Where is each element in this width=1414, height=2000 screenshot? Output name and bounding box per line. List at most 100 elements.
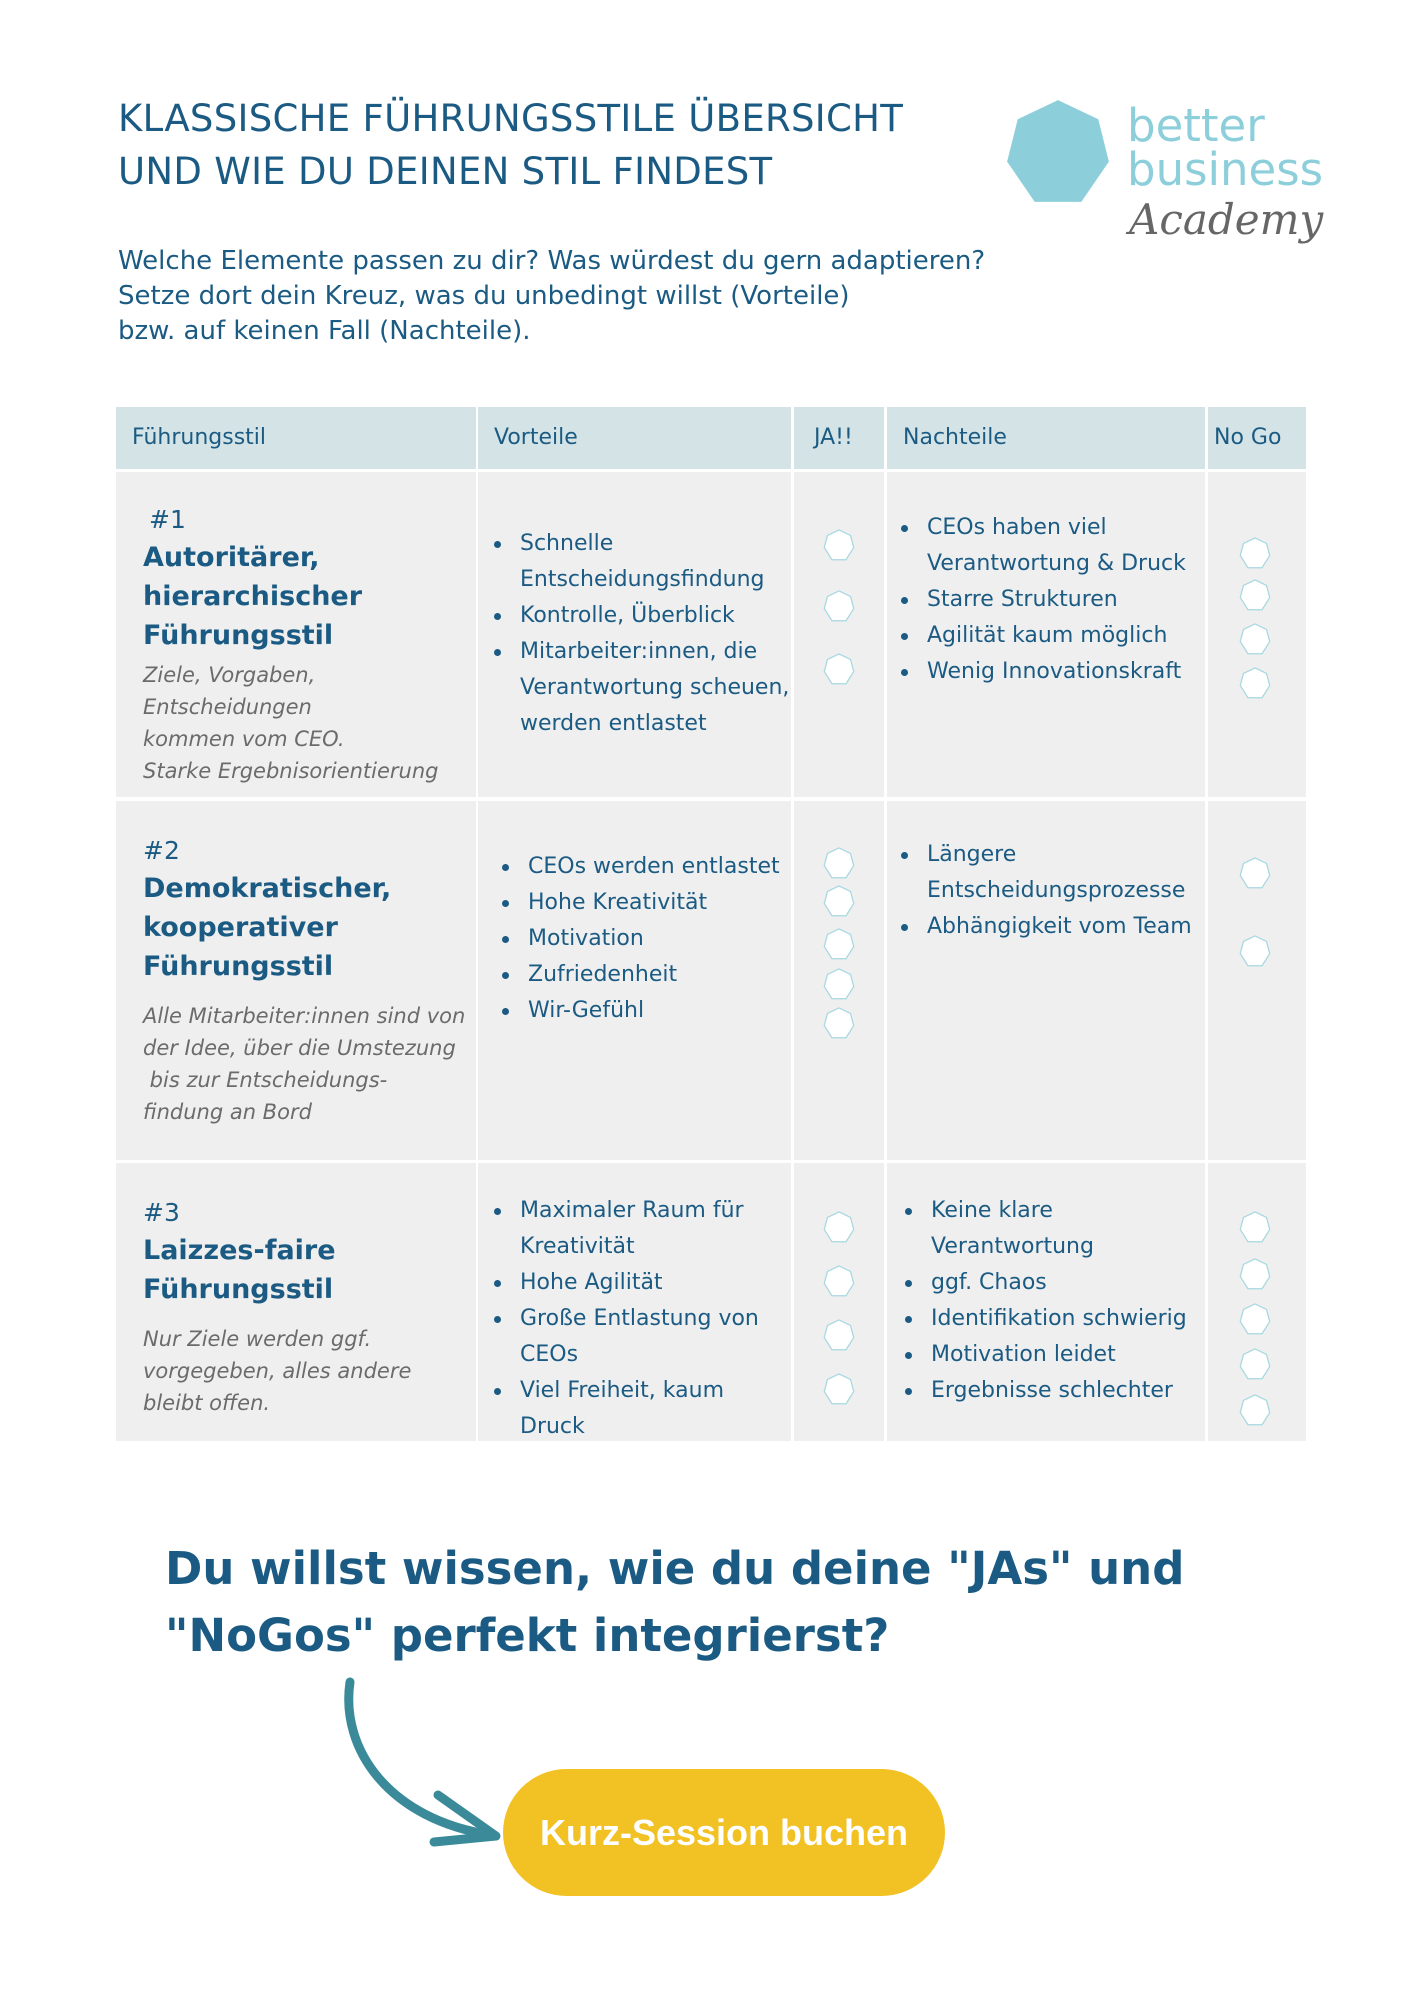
- cons-list: Keine klare Verantwortung ggf. Chaos Ident…: [903, 1193, 1203, 1409]
- ja-checkbox[interactable]: [823, 1373, 855, 1405]
- header-label: Vorteile: [494, 425, 578, 450]
- description-line: der Idee, über die Umstezung: [143, 1036, 456, 1060]
- nogo-checkbox[interactable]: [1239, 1211, 1271, 1243]
- cell-pros: Schnelle Entscheidungsfindung Kontrolle, …: [478, 472, 791, 797]
- logo-text-business: business: [1127, 143, 1324, 196]
- description-line: findung an Bord: [143, 1100, 312, 1124]
- style-title-line: Führungsstil: [143, 1274, 334, 1305]
- header-pros: Vorteile: [478, 407, 791, 469]
- cell-cons: CEOs haben viel Verantwortung & Druck Sta…: [887, 472, 1205, 797]
- nogo-checkbox[interactable]: [1239, 667, 1271, 699]
- ja-checkbox[interactable]: [823, 590, 855, 622]
- style-info: #2 Demokratischer, kooperativer Führungssti…: [143, 833, 465, 1128]
- ja-checkbox[interactable]: [823, 1319, 855, 1351]
- nogo-checkbox[interactable]: [1239, 1258, 1271, 1290]
- cta-headline-line-2: "NoGos" perfekt integrierst?: [165, 1609, 890, 1662]
- header-label: JA!!: [814, 425, 853, 450]
- description-line: bis zur Entscheidungs-: [143, 1068, 388, 1092]
- description-line: Entscheidungen: [143, 695, 312, 719]
- header-yes: JA!!: [794, 407, 884, 469]
- cell-style: #1 Autoritärer, hierarchischer Führungsstil…: [116, 472, 476, 797]
- pros-item: Kontrolle, Überblick: [492, 598, 791, 634]
- intro-line: Setze dort dein Kreuz, was du unbedingt …: [118, 281, 850, 311]
- ja-checkbox[interactable]: [823, 529, 855, 561]
- style-title-line: Autoritärer,: [143, 542, 320, 573]
- nogo-checkbox[interactable]: [1239, 1394, 1271, 1426]
- cell-style: #2 Demokratischer, kooperativer Führungssti…: [116, 801, 476, 1160]
- cell-nogo: [1208, 1163, 1306, 1441]
- nogo-checkbox[interactable]: [1239, 935, 1271, 967]
- cell-yes: [794, 801, 884, 1160]
- ja-checkbox[interactable]: [823, 1211, 855, 1243]
- cons-list: Längere Entscheidungsprozesse Abhängigkei…: [899, 837, 1199, 945]
- curved-arrow-icon: [344, 1677, 501, 1847]
- ja-checkbox[interactable]: [823, 847, 855, 879]
- style-info: #3 Laizzes-faire Führungsstil Nur Ziele wer…: [143, 1195, 411, 1419]
- cell-yes: [794, 472, 884, 797]
- nogo-checkbox[interactable]: [1239, 857, 1271, 889]
- pros-list: CEOs werden entlastet Hohe Kreativität Mot…: [500, 849, 790, 1029]
- header-label: No Go: [1214, 425, 1282, 450]
- pros-item: Schnelle Entscheidungsfindung: [492, 526, 791, 598]
- style-description: Nur Ziele werden ggf. vorgegeben, alles a…: [143, 1323, 411, 1419]
- ja-checkbox[interactable]: [823, 1265, 855, 1297]
- style-title-line: Laizzes-faire: [143, 1235, 336, 1266]
- cta-headline-line-1: Du willst wissen, wie du deine "JAs" und: [165, 1542, 1185, 1595]
- ja-checkbox[interactable]: [823, 968, 855, 1000]
- style-title-line: Führungsstil: [143, 951, 334, 982]
- description-line: Ziele, Vorgaben,: [143, 663, 316, 687]
- header-style: Führungsstil: [116, 407, 476, 469]
- pros-item: Maximaler Raum für Kreativität: [492, 1193, 782, 1265]
- page-title: KLASSISCHE FÜHRUNGSSTILE ÜBERSICHT UND W…: [118, 92, 903, 198]
- style-number: #1: [149, 505, 186, 534]
- pros-item: Motivation: [500, 921, 790, 957]
- header-nogo: No Go: [1208, 407, 1306, 469]
- logo: better business Academy: [1005, 98, 1323, 248]
- nogo-checkbox[interactable]: [1239, 623, 1271, 655]
- cell-nogo: [1208, 472, 1306, 797]
- cons-item: Ergebnisse schlechter: [903, 1373, 1203, 1409]
- intro-text: Welche Elemente passen zu dir? Was würde…: [118, 244, 985, 349]
- cons-item: ggf. Chaos: [903, 1265, 1203, 1301]
- cons-item: Wenig Innovationskraft: [899, 654, 1199, 690]
- cons-list: CEOs haben viel Verantwortung & Druck Sta…: [899, 510, 1199, 690]
- title-line-2: UND WIE DU DEINEN STIL FINDEST: [118, 150, 773, 193]
- style-title-line: Demokratischer,: [143, 873, 392, 904]
- logo-heptagon-icon: [1007, 100, 1109, 202]
- cons-item: Identifikation schwierig: [903, 1301, 1203, 1337]
- pros-list: Maximaler Raum für Kreativität Hohe Agili…: [492, 1193, 782, 1441]
- pros-item: Zufriedenheit: [500, 957, 790, 993]
- header-cons: Nachteile: [887, 407, 1205, 469]
- description-line: Starke Ergebnisorientierung: [143, 759, 439, 783]
- cons-item: Starre Strukturen: [899, 582, 1199, 618]
- cell-pros: Maximaler Raum für Kreativität Hohe Agili…: [478, 1163, 791, 1441]
- style-title-line: Führungsstil: [143, 620, 334, 651]
- ja-checkbox[interactable]: [823, 1007, 855, 1039]
- nogo-checkbox[interactable]: [1239, 579, 1271, 611]
- ja-checkbox[interactable]: [823, 885, 855, 917]
- nogo-checkbox[interactable]: [1239, 1303, 1271, 1335]
- style-number: #3: [143, 1198, 180, 1227]
- pros-item: Hohe Agilität: [492, 1265, 782, 1301]
- pros-list: Schnelle Entscheidungsfindung Kontrolle, …: [492, 526, 791, 742]
- pros-item: Wir-Gefühl: [500, 993, 790, 1029]
- ja-checkbox[interactable]: [823, 928, 855, 960]
- intro-line: Welche Elemente passen zu dir? Was würde…: [118, 246, 986, 276]
- description-line: kommen vom CEO.: [143, 727, 345, 751]
- cell-cons: Längere Entscheidungsprozesse Abhängigkei…: [887, 801, 1205, 1160]
- nogo-checkbox[interactable]: [1239, 537, 1271, 569]
- ja-checkbox[interactable]: [823, 653, 855, 685]
- title-line-1: KLASSISCHE FÜHRUNGSSTILE ÜBERSICHT: [118, 97, 904, 140]
- book-session-button[interactable]: Kurz-Session buchen: [503, 1769, 945, 1896]
- cell-cons: Keine klare Verantwortung ggf. Chaos Ident…: [887, 1163, 1205, 1441]
- cons-item: Keine klare Verantwortung: [903, 1193, 1203, 1265]
- style-title-line: kooperativer: [143, 912, 338, 943]
- pros-item: Viel Freiheit, kaum Druck: [492, 1373, 782, 1441]
- pros-item: Mitarbeiter:innen, die Verantwortung sch…: [492, 634, 791, 742]
- description-line: bleibt offen.: [143, 1391, 271, 1415]
- pros-item: Große Entlastung von CEOs: [492, 1301, 782, 1373]
- description-line: Alle Mitarbeiter:innen sind von: [143, 1004, 466, 1028]
- nogo-checkbox[interactable]: [1239, 1348, 1271, 1380]
- header-label: Nachteile: [903, 425, 1007, 450]
- style-description: Alle Mitarbeiter:innen sind von der Idee,…: [143, 1000, 465, 1128]
